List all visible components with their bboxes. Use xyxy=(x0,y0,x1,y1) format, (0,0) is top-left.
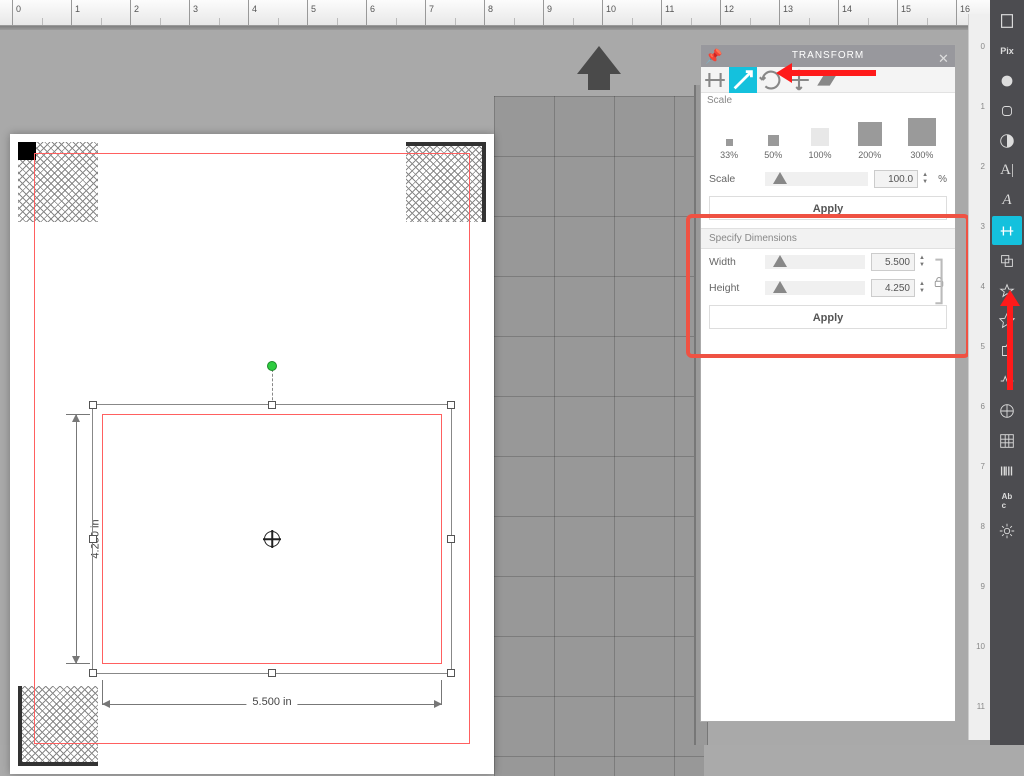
scale-preset-50%[interactable]: 50% xyxy=(764,135,782,160)
tab-align-icon[interactable] xyxy=(701,67,729,93)
rail-barcode-icon[interactable] xyxy=(992,456,1022,485)
slider-thumb-icon[interactable] xyxy=(773,255,787,267)
dimension-width-label: 5.500 in xyxy=(246,696,297,708)
rail-grid2-icon[interactable] xyxy=(992,426,1022,455)
scale-row: Scale ▲▼ % xyxy=(701,166,955,192)
right-mini-ruler: 01234567891011 xyxy=(968,14,990,740)
shape-outline xyxy=(102,414,442,664)
resize-handle-mr[interactable] xyxy=(447,535,455,543)
rail-grid1-icon[interactable] xyxy=(992,396,1022,425)
rail-favorite-icon[interactable] xyxy=(992,276,1022,305)
height-label: Height xyxy=(709,282,759,294)
rail-transform-icon[interactable] xyxy=(992,216,1022,245)
close-icon[interactable]: ✕ xyxy=(937,48,951,62)
transform-tabs xyxy=(701,67,955,93)
rotate-stem xyxy=(272,369,273,405)
scale-section-label: Scale xyxy=(701,93,955,110)
resize-handle-bl[interactable] xyxy=(89,669,97,677)
tab-rotate-icon[interactable] xyxy=(757,67,785,93)
rail-gear-icon[interactable] xyxy=(992,516,1022,545)
lock-aspect-toggle[interactable]: ⎤ ⎦ xyxy=(931,268,947,296)
pin-icon[interactable]: 📌 xyxy=(705,49,719,63)
rail-pixscan-icon[interactable]: Pix xyxy=(992,36,1022,65)
tab-move-icon[interactable] xyxy=(785,67,813,93)
width-input[interactable] xyxy=(871,253,915,271)
dimension-width: 5.500 in xyxy=(102,690,442,720)
scale-stepper[interactable]: ▲▼ xyxy=(920,172,930,186)
resize-handle-tl[interactable] xyxy=(89,401,97,409)
panel-title-text: TRANSFORM xyxy=(792,50,864,61)
rail-page-icon[interactable] xyxy=(992,6,1022,35)
scale-presets: 33% 50% 100% 200% 300% xyxy=(707,116,949,162)
rail-texteffect-icon[interactable]: A xyxy=(992,186,1022,215)
rail-text-icon[interactable]: A| xyxy=(992,156,1022,185)
scale-slider[interactable] xyxy=(765,172,868,186)
height-slider[interactable] xyxy=(765,281,865,295)
rail-abc-icon[interactable]: Abc xyxy=(992,486,1022,515)
scale-row-label: Scale xyxy=(709,173,759,185)
panel-empty-area xyxy=(701,341,955,721)
rail-fill-icon[interactable] xyxy=(992,66,1022,95)
rail-line-icon[interactable] xyxy=(992,96,1022,125)
rail-contrast-icon[interactable] xyxy=(992,126,1022,155)
width-label: Width xyxy=(709,256,759,268)
resize-handle-br[interactable] xyxy=(447,669,455,677)
specify-dimensions-section: Specify Dimensions Width ▲▼ Height ▲▼ xyxy=(701,228,955,329)
feed-arrow-icon xyxy=(577,46,621,74)
height-stepper[interactable]: ▲▼ xyxy=(917,281,927,295)
rail-replicate-icon[interactable] xyxy=(992,246,1022,275)
width-slider[interactable] xyxy=(765,255,865,269)
height-input[interactable] xyxy=(871,279,915,297)
panel-titlebar[interactable]: 📌 TRANSFORM ✕ xyxy=(701,45,955,67)
apply-dimensions-button[interactable]: Apply xyxy=(709,305,947,329)
specify-dimensions-header: Specify Dimensions xyxy=(701,228,955,249)
resize-handle-bm[interactable] xyxy=(268,669,276,677)
rail-star-icon[interactable] xyxy=(992,306,1022,335)
rotate-handle[interactable] xyxy=(267,361,277,371)
slider-thumb-icon[interactable] xyxy=(773,172,787,184)
scale-preset-300%[interactable]: 300% xyxy=(908,118,936,160)
scale-input[interactable] xyxy=(874,170,918,188)
right-icon-rail: Pix A| A Abc xyxy=(990,0,1024,745)
resize-handle-ml[interactable] xyxy=(89,535,97,543)
scale-unit: % xyxy=(938,174,947,185)
selected-shape[interactable]: 4.250 in 5.500 in xyxy=(62,404,452,684)
design-page[interactable]: 4.250 in 5.500 in xyxy=(10,134,494,774)
scale-preset-200%[interactable]: 200% xyxy=(858,122,882,160)
scale-preset-100%[interactable]: 100% xyxy=(809,128,832,160)
tab-shear-icon[interactable] xyxy=(813,67,841,93)
dimension-height: 4.250 in xyxy=(62,414,92,664)
resize-handle-tm[interactable] xyxy=(268,401,276,409)
tab-scale-icon[interactable] xyxy=(729,67,757,93)
rail-puzzle-icon[interactable] xyxy=(992,336,1022,365)
width-stepper[interactable]: ▲▼ xyxy=(917,255,927,269)
cutting-mat xyxy=(494,96,704,776)
horizontal-ruler: // inline ruler ticks rendered later via… xyxy=(0,0,1024,26)
apply-scale-button[interactable]: Apply xyxy=(709,196,947,220)
resize-handle-tr[interactable] xyxy=(447,401,455,409)
scale-preset-33%[interactable]: 33% xyxy=(720,139,738,160)
rail-trace-icon[interactable] xyxy=(992,366,1022,395)
slider-thumb-icon[interactable] xyxy=(773,281,787,293)
transform-panel[interactable]: 📌 TRANSFORM ✕ Scale 33% 50% 100% 200% 300% S… xyxy=(700,44,956,722)
